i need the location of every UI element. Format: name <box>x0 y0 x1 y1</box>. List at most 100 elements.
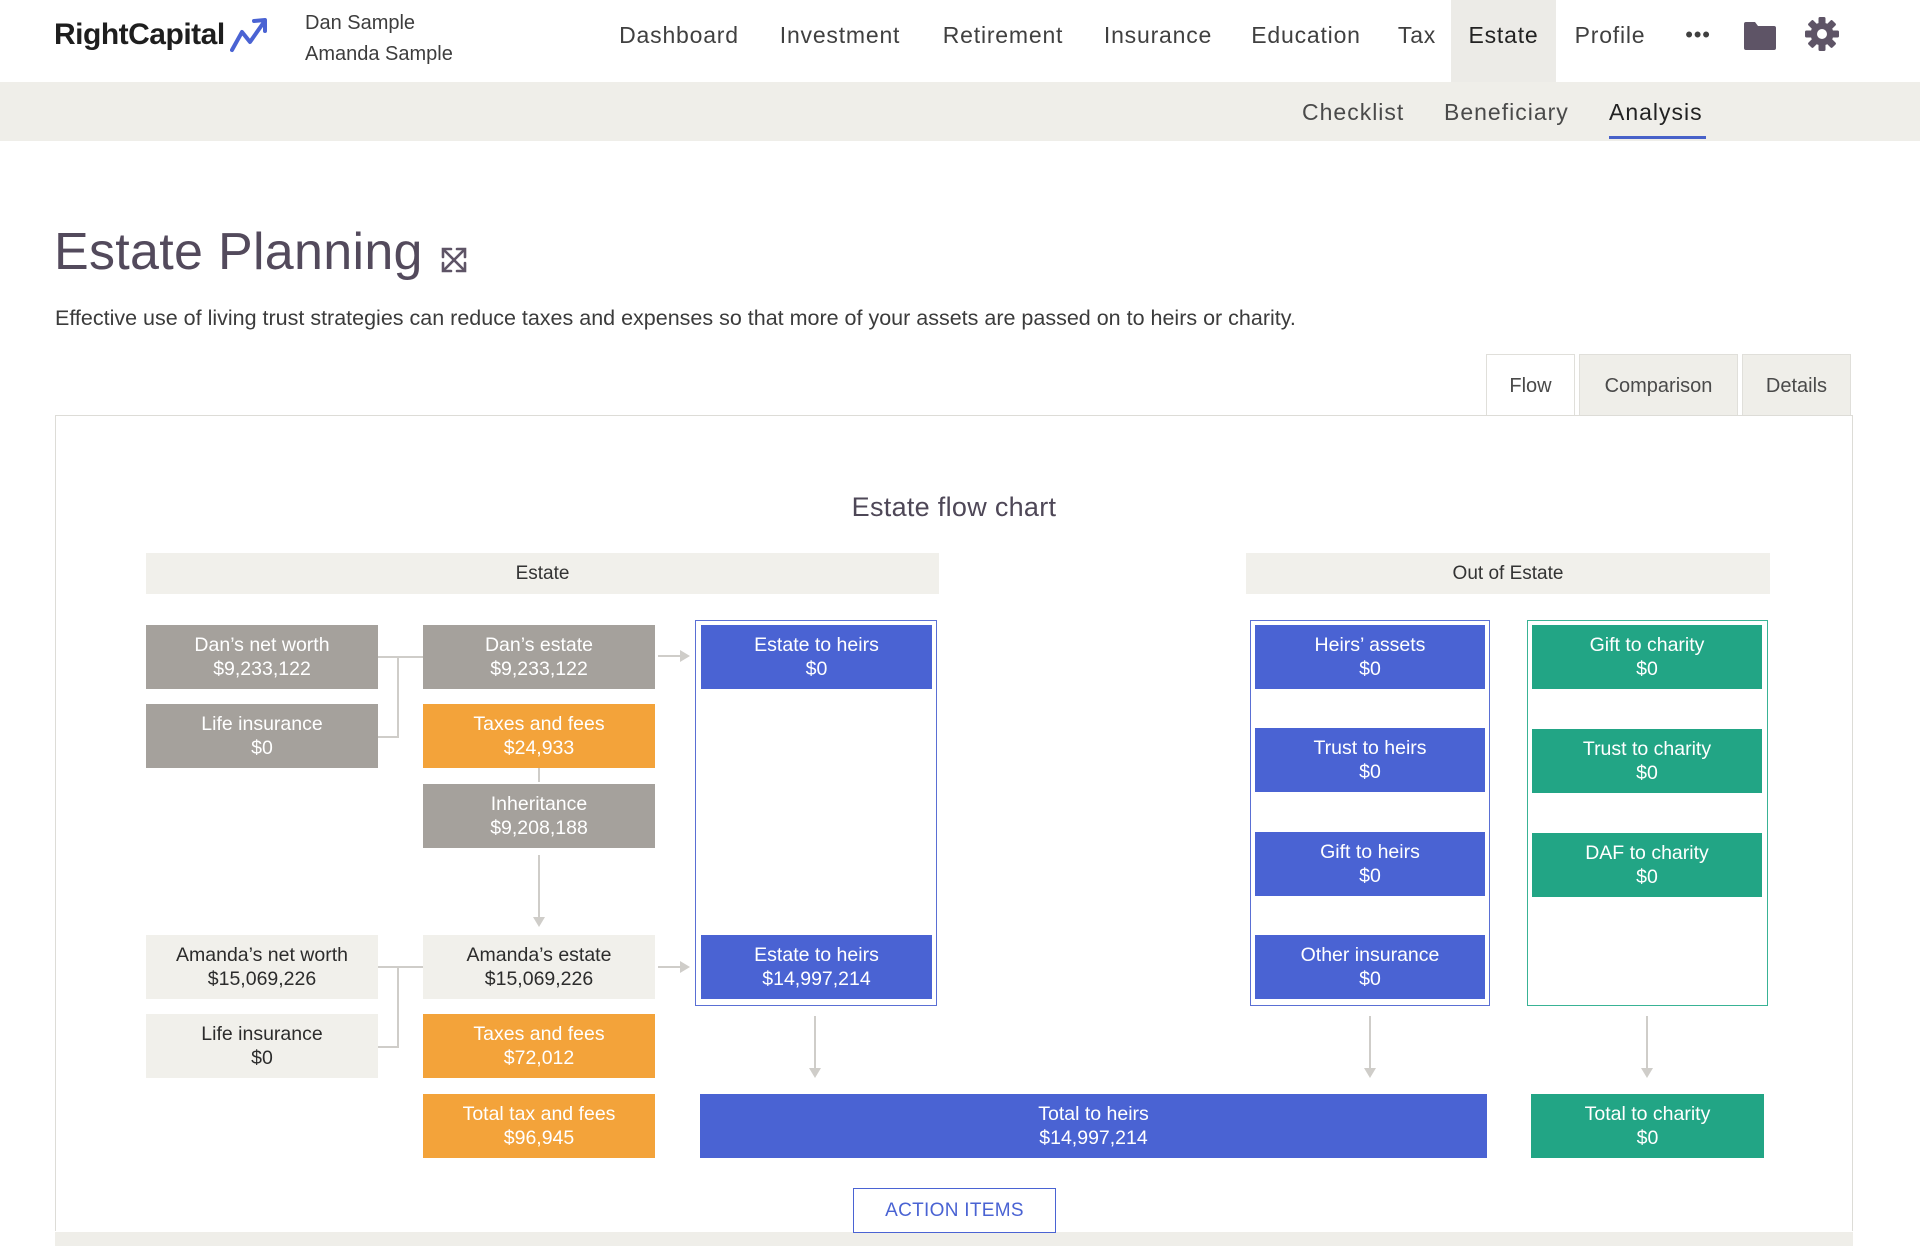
nav-education[interactable]: Education <box>1238 0 1374 82</box>
gear-icon[interactable] <box>1805 17 1839 51</box>
arrow-right-icon <box>680 961 690 973</box>
connector-line <box>378 656 398 658</box>
box-value: $9,233,122 <box>490 658 588 680</box>
subnav-beneficiary[interactable]: Beneficiary <box>1444 99 1569 126</box>
nav-estate[interactable]: Estate <box>1451 0 1556 82</box>
connector-line <box>378 1046 398 1048</box>
connector-line <box>1369 1016 1371 1068</box>
box-label: DAF to charity <box>1585 842 1709 864</box>
box-label: Gift to charity <box>1589 634 1705 656</box>
daf-to-charity-box[interactable]: DAF to charity $0 <box>1532 833 1762 897</box>
more-menu-icon[interactable]: ••• <box>1670 0 1726 82</box>
box-label: Total to heirs <box>1038 1103 1149 1125</box>
box-label: Trust to charity <box>1582 738 1712 760</box>
gift-to-charity-box[interactable]: Gift to charity $0 <box>1532 625 1762 689</box>
nav-retirement[interactable]: Retirement <box>928 0 1078 82</box>
nav-investment[interactable]: Investment <box>765 0 915 82</box>
amanda-estate-box[interactable]: Amanda’s estate $15,069,226 <box>423 935 655 999</box>
box-label: Life insurance <box>201 1023 323 1045</box>
nav-profile[interactable]: Profile <box>1564 0 1656 82</box>
connector-line <box>1646 1016 1648 1068</box>
box-label: Estate to heirs <box>754 944 879 966</box>
folder-icon[interactable] <box>1743 19 1777 51</box>
client-name-2: Amanda Sample <box>305 43 453 65</box>
box-label: Total tax and fees <box>462 1103 616 1125</box>
box-label: Inheritance <box>490 793 588 815</box>
trust-to-charity-box[interactable]: Trust to charity $0 <box>1532 729 1762 793</box>
tab-flow[interactable]: Flow <box>1486 354 1575 417</box>
box-value: $15,069,226 <box>207 968 317 990</box>
arrow-down-icon <box>533 917 545 927</box>
box-value: $9,208,188 <box>490 817 588 839</box>
connector-line <box>397 656 399 738</box>
expand-icon[interactable] <box>440 246 468 274</box>
box-label: Taxes and fees <box>473 1023 605 1045</box>
box-label: Taxes and fees <box>473 713 605 735</box>
box-value: $0 <box>1636 658 1658 680</box>
box-value: $0 <box>1636 1127 1659 1149</box>
box-value: $24,933 <box>503 737 575 759</box>
nav-tax[interactable]: Tax <box>1386 0 1448 82</box>
box-value: $0 <box>1636 866 1658 888</box>
total-tax-fees-box[interactable]: Total tax and fees $96,945 <box>423 1094 655 1158</box>
connector-line <box>378 966 398 968</box>
connector-line <box>658 966 680 968</box>
total-to-heirs-box[interactable]: Total to heirs $14,997,214 <box>700 1094 1487 1158</box>
amanda-life-insurance-box[interactable]: Life insurance $0 <box>146 1014 378 1078</box>
connector-line <box>538 768 540 782</box>
nav-insurance[interactable]: Insurance <box>1092 0 1224 82</box>
box-label: Trust to heirs <box>1313 737 1427 759</box>
dan-net-worth-box[interactable]: Dan’s net worth $9,233,122 <box>146 625 378 689</box>
box-label: Amanda’s estate <box>466 944 612 966</box>
box-value: $0 <box>1636 762 1658 784</box>
arrow-down-icon <box>809 1068 821 1078</box>
inheritance-box[interactable]: Inheritance $9,208,188 <box>423 784 655 848</box>
tab-comparison[interactable]: Comparison <box>1579 354 1738 416</box>
dan-life-insurance-box[interactable]: Life insurance $0 <box>146 704 378 768</box>
box-label: Life insurance <box>201 713 323 735</box>
box-value: $0 <box>1359 865 1381 887</box>
subnav-checklist[interactable]: Checklist <box>1302 99 1404 126</box>
tab-details[interactable]: Details <box>1742 354 1851 416</box>
box-value: $72,012 <box>503 1047 575 1069</box>
box-value: $0 <box>805 658 828 680</box>
page-description: Effective use of living trust strategies… <box>55 306 1296 330</box>
connector-line <box>378 736 398 738</box>
logo-arrow-icon <box>230 18 267 52</box>
amanda-taxes-fees-box[interactable]: Taxes and fees $72,012 <box>423 1014 655 1078</box>
trust-to-heirs-box[interactable]: Trust to heirs $0 <box>1255 728 1485 792</box>
box-label: Gift to heirs <box>1320 841 1420 863</box>
client-name-1: Dan Sample <box>305 12 416 34</box>
amanda-estate-to-heirs-box[interactable]: Estate to heirs $14,997,214 <box>701 935 932 999</box>
connector-line <box>814 1016 816 1068</box>
chart-title: Estate flow chart <box>851 492 1057 522</box>
amanda-net-worth-box[interactable]: Amanda’s net worth $15,069,226 <box>146 935 378 999</box>
dan-estate-box[interactable]: Dan’s estate $9,233,122 <box>423 625 655 689</box>
box-label: Total to charity <box>1584 1103 1711 1125</box>
total-to-charity-box[interactable]: Total to charity $0 <box>1531 1094 1764 1158</box>
box-label: Amanda’s net worth <box>176 944 348 966</box>
logo[interactable]: RightCapital <box>54 18 225 52</box>
dan-estate-to-heirs-box[interactable]: Estate to heirs $0 <box>701 625 932 689</box>
box-value: $0 <box>1359 658 1381 680</box>
connector-line <box>658 655 680 657</box>
page-title: Estate Planning <box>54 223 423 281</box>
action-items-button[interactable]: ACTION ITEMS <box>853 1188 1056 1233</box>
dan-taxes-fees-box[interactable]: Taxes and fees $24,933 <box>423 704 655 768</box>
box-value: $15,069,226 <box>484 968 594 990</box>
heirs-assets-box[interactable]: Heirs’ assets $0 <box>1255 625 1485 689</box>
box-value: $14,997,214 <box>762 968 871 990</box>
connector-line <box>538 855 540 919</box>
nav-dashboard[interactable]: Dashboard <box>604 0 754 82</box>
gift-to-heirs-box[interactable]: Gift to heirs $0 <box>1255 832 1485 896</box>
client-names[interactable]: Dan Sample Amanda Sample <box>305 8 453 70</box>
box-label: Dan’s estate <box>484 634 594 656</box>
connector-line <box>397 966 399 1048</box>
subnav-analysis[interactable]: Analysis <box>1609 99 1703 126</box>
box-value: $14,997,214 <box>1039 1127 1148 1149</box>
box-label: Heirs’ assets <box>1314 634 1426 656</box>
box-value: $9,233,122 <box>213 658 311 680</box>
estate-section-header: Estate <box>146 553 939 594</box>
other-insurance-box[interactable]: Other insurance $0 <box>1255 935 1485 999</box>
connector-line <box>397 656 423 658</box>
